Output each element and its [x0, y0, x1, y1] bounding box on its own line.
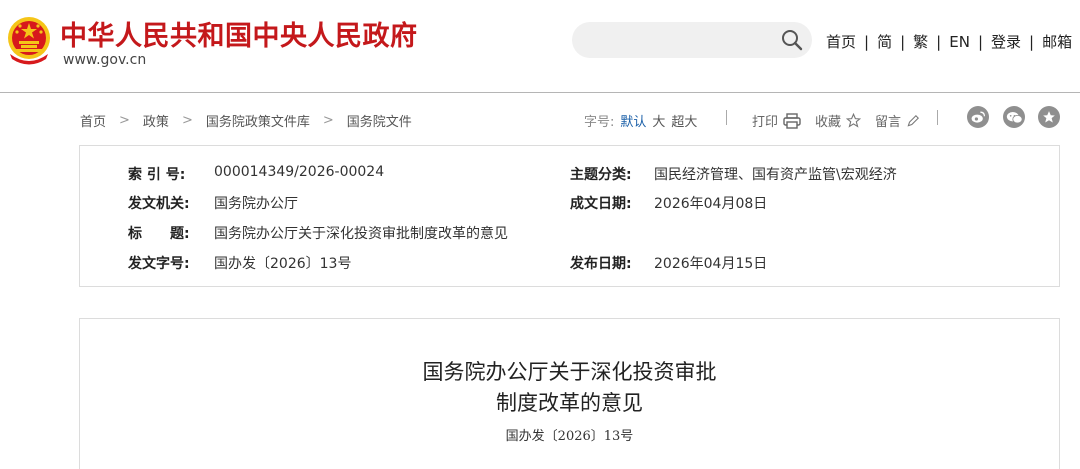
- chevron-right-icon: >: [181, 113, 193, 128]
- font-size-xlarge[interactable]: 超大: [671, 115, 697, 130]
- article-body: 国务院办公厅关于深化投资审批 制度改革的意见 国办发〔2026〕13号: [79, 318, 1060, 469]
- divider: [726, 110, 727, 125]
- article-doc-number: 国办发〔2026〕13号: [505, 429, 634, 444]
- comment-label: 留言: [875, 115, 902, 130]
- favorite-button[interactable]: 收藏: [815, 111, 862, 130]
- font-size-large[interactable]: 大: [652, 115, 665, 130]
- breadcrumb-home[interactable]: 首页: [80, 111, 106, 130]
- nav-english[interactable]: EN: [949, 33, 970, 51]
- star-outline-icon: [846, 113, 862, 128]
- weibo-icon[interactable]: [967, 106, 989, 128]
- search-input[interactable]: [586, 22, 780, 60]
- nav-separator: |: [977, 32, 983, 51]
- topic-value: 国民经济管理、国有资产监管\宏观经济: [654, 167, 897, 183]
- national-emblem-icon[interactable]: [6, 14, 52, 66]
- published-date-label: 发布日期:: [570, 256, 632, 272]
- nav-separator: |: [900, 32, 906, 51]
- issuer-label: 发文机关:: [128, 196, 190, 212]
- title-value: 国务院办公厅关于深化投资审批制度改革的意见: [214, 226, 508, 242]
- index-number-value: 000014349/2026-00024: [214, 164, 385, 180]
- breadcrumb: 首页 > 政策 > 国务院政策文件库 > 国务院文件: [80, 111, 412, 130]
- doc-number-label: 发文字号:: [128, 256, 190, 272]
- site-url[interactable]: www.gov.cn: [63, 52, 146, 68]
- font-size-default[interactable]: 默认: [620, 115, 646, 130]
- issuer-value: 国务院办公厅: [214, 196, 298, 212]
- nav-simplified[interactable]: 简: [877, 31, 892, 52]
- nav-traditional[interactable]: 繁: [913, 31, 928, 52]
- nav-separator: |: [936, 32, 942, 51]
- article-title: 国务院办公厅关于深化投资审批 制度改革的意见: [80, 357, 1059, 419]
- doc-number-value: 国办发〔2026〕13号: [214, 256, 352, 272]
- breadcrumb-policy[interactable]: 政策: [143, 111, 169, 130]
- divider: [937, 110, 938, 125]
- nav-mail[interactable]: 邮箱: [1042, 31, 1072, 52]
- search-box: [572, 22, 812, 60]
- site-header: 中华人民共和国中央人民政府 www.gov.cn 首页 | 简 | 繁 | EN…: [0, 0, 1080, 93]
- toolbar: 首页 > 政策 > 国务院政策文件库 > 国务院文件 字号: 默认大超大 打印 收…: [0, 100, 1080, 138]
- top-nav: 首页 | 简 | 繁 | EN | 登录 | 邮箱: [826, 31, 1072, 52]
- created-date-label: 成文日期:: [570, 196, 632, 212]
- chevron-right-icon: >: [322, 113, 334, 128]
- nav-separator: |: [864, 32, 870, 51]
- search-icon[interactable]: [780, 28, 804, 52]
- article-title-line-2: 制度改革的意见: [496, 391, 643, 415]
- created-date-value: 2026年04月08日: [654, 196, 768, 212]
- comment-button[interactable]: 留言: [875, 111, 920, 130]
- wechat-icon[interactable]: [1003, 106, 1025, 128]
- published-date-value: 2026年04月15日: [654, 256, 768, 272]
- nav-login[interactable]: 登录: [991, 31, 1021, 52]
- site-name[interactable]: 中华人民共和国中央人民政府: [60, 14, 418, 53]
- favorite-label: 收藏: [815, 115, 842, 130]
- font-size-label: 字号:: [584, 115, 615, 130]
- print-button[interactable]: 打印: [752, 111, 801, 130]
- index-number-label: 索 引 号:: [128, 167, 186, 183]
- breadcrumb-state-council-docs[interactable]: 国务院文件: [347, 111, 412, 130]
- chevron-right-icon: >: [119, 113, 130, 128]
- nav-separator: |: [1029, 32, 1035, 51]
- favorite-star-icon[interactable]: [1038, 106, 1060, 128]
- printer-icon: [783, 112, 801, 129]
- title-label: 标 题:: [128, 226, 190, 242]
- document-info-table: 索 引 号: 000014349/2026-00024 主题分类: 国民经济管理…: [79, 145, 1060, 287]
- print-label: 打印: [752, 115, 779, 130]
- topic-label: 主题分类:: [570, 167, 632, 183]
- font-size-switcher: 字号: 默认大超大: [584, 111, 697, 130]
- nav-home[interactable]: 首页: [826, 31, 856, 52]
- article-title-line-1: 国务院办公厅关于深化投资审批: [422, 360, 717, 384]
- pencil-icon: [907, 114, 920, 126]
- breadcrumb-policy-library[interactable]: 国务院政策文件库: [206, 111, 310, 130]
